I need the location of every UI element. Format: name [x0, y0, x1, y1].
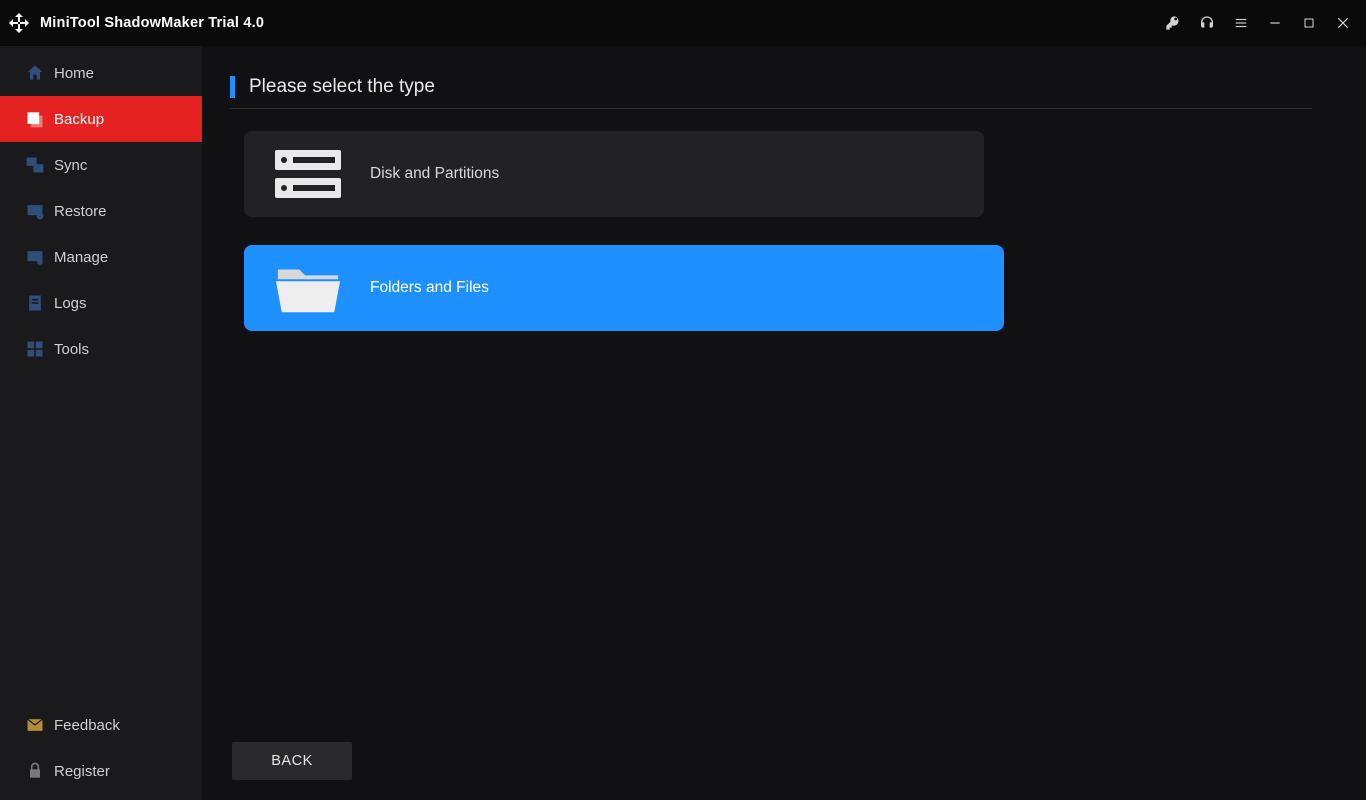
home-icon — [24, 62, 46, 84]
manage-icon — [24, 246, 46, 268]
backup-icon — [24, 108, 46, 130]
sidebar-item-label: Feedback — [54, 717, 120, 734]
sidebar-item-label: Restore — [54, 203, 107, 220]
key-button[interactable] — [1156, 0, 1190, 46]
sidebar-item-label: Tools — [54, 341, 89, 358]
title-bar: MiniTool ShadowMaker Trial 4.0 — [0, 0, 1366, 46]
restore-icon — [24, 200, 46, 222]
option-label: Disk and Partitions — [370, 165, 499, 183]
logs-icon — [24, 292, 46, 314]
sidebar-item-label: Logs — [54, 295, 87, 312]
menu-button[interactable] — [1224, 0, 1258, 46]
sidebar-item-label: Manage — [54, 249, 108, 266]
option-label: Folders and Files — [370, 279, 489, 297]
sidebar-item-logs[interactable]: Logs — [0, 280, 202, 326]
sidebar-item-home[interactable]: Home — [0, 50, 202, 96]
register-icon — [24, 760, 46, 782]
app-title: MiniTool ShadowMaker Trial 4.0 — [40, 15, 264, 31]
sidebar-item-tools[interactable]: Tools — [0, 326, 202, 372]
option-folders-files[interactable]: Folders and Files — [244, 245, 1004, 331]
heading-row: Please select the type — [230, 76, 1312, 109]
sidebar-item-label: Register — [54, 763, 110, 780]
sidebar-item-label: Home — [54, 65, 94, 82]
sidebar-item-label: Sync — [54, 157, 87, 174]
feedback-icon — [24, 714, 46, 736]
close-button[interactable] — [1326, 0, 1360, 46]
sidebar-item-register[interactable]: Register — [0, 748, 202, 794]
tools-icon — [24, 338, 46, 360]
main-panel: Please select the type — [202, 46, 1366, 800]
app-window: MiniTool ShadowMaker Trial 4.0 — [0, 0, 1366, 800]
page-heading: Please select the type — [249, 76, 435, 98]
back-button-label: BACK — [271, 753, 313, 769]
disk-icon — [274, 145, 342, 203]
back-button[interactable]: BACK — [232, 742, 352, 780]
sidebar: Home Backup Sync — [0, 46, 202, 800]
sync-icon — [24, 154, 46, 176]
support-button[interactable] — [1190, 0, 1224, 46]
sidebar-item-restore[interactable]: Restore — [0, 188, 202, 234]
sidebar-item-backup[interactable]: Backup — [0, 96, 202, 142]
sidebar-item-sync[interactable]: Sync — [0, 142, 202, 188]
sidebar-item-feedback[interactable]: Feedback — [0, 702, 202, 748]
folder-icon — [274, 259, 342, 317]
sidebar-item-manage[interactable]: Manage — [0, 234, 202, 280]
heading-accent — [230, 76, 235, 98]
sidebar-item-label: Backup — [54, 111, 104, 128]
minimize-button[interactable] — [1258, 0, 1292, 46]
option-disk-partitions[interactable]: Disk and Partitions — [244, 131, 984, 217]
maximize-button[interactable] — [1292, 0, 1326, 46]
app-logo-icon — [6, 10, 32, 36]
